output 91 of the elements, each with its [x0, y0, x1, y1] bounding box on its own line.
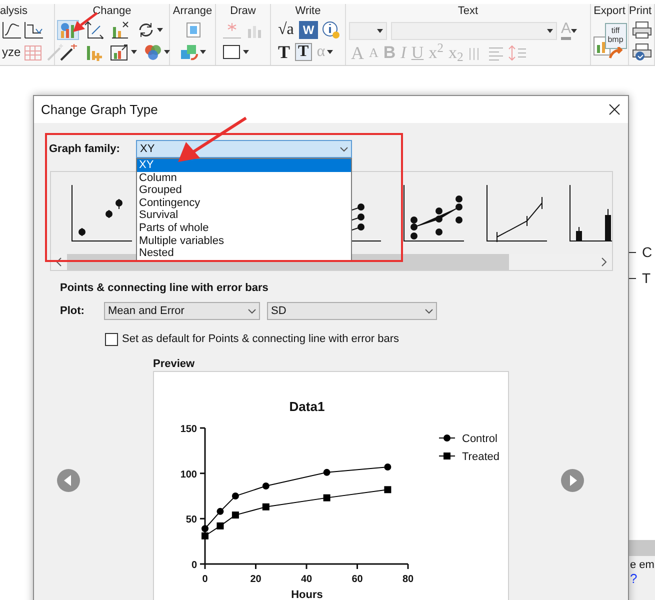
- word-button[interactable]: W: [298, 21, 318, 39]
- x-tick-label: 0: [202, 574, 208, 584]
- analyze-label[interactable]: yze: [2, 43, 21, 61]
- legend-label: Treated: [462, 450, 500, 462]
- dropdown-option[interactable]: Multiple variables: [137, 234, 351, 248]
- text-tool-button[interactable]: √a: [276, 21, 296, 39]
- legend-label: T: [642, 270, 651, 286]
- checkbox-label: Set as default for Points & connecting line with error bars: [122, 332, 399, 347]
- checkbox[interactable]: [105, 332, 118, 346]
- chevron-down-icon: [340, 146, 348, 152]
- dropdown-option[interactable]: Grouped: [137, 184, 351, 197]
- preview-label: Preview: [153, 356, 196, 370]
- x-tick-label: 20: [250, 574, 262, 584]
- chevron-down-icon: [425, 308, 433, 314]
- ribbon-group-label: Write: [295, 4, 321, 19]
- legend-marker: [438, 452, 456, 459]
- data-point: [232, 511, 239, 518]
- magic-wand-icon[interactable]: [44, 43, 65, 61]
- section-title: Points & connecting line with error bars: [60, 281, 270, 296]
- next-icon[interactable]: [561, 468, 584, 492]
- dropdown-option[interactable]: Contingency: [137, 196, 351, 210]
- error-select[interactable]: SD: [267, 302, 437, 320]
- chart-title: Data1: [289, 398, 325, 414]
- text-box-button[interactable]: T: [295, 43, 312, 61]
- resize-chart-icon[interactable]: [110, 43, 130, 61]
- dropdown-option[interactable]: Nested: [137, 247, 351, 260]
- legend-label: C: [642, 244, 652, 260]
- color-circles-icon[interactable]: [143, 43, 163, 61]
- caret-icon: [131, 50, 137, 54]
- ribbon-group-label: Arrange: [172, 4, 212, 19]
- legend-label: Control: [462, 432, 498, 444]
- data-point: [323, 468, 330, 476]
- step-chart-icon[interactable]: [24, 21, 44, 39]
- caret-icon: [571, 28, 578, 32]
- previous-icon[interactable]: [57, 468, 80, 492]
- curve-chart-icon[interactable]: [2, 21, 22, 39]
- x-tick-label: 80: [402, 574, 414, 584]
- dropdown-option[interactable]: Survival: [137, 209, 351, 222]
- dialog-title: Change Graph Type: [41, 100, 158, 119]
- data-point: [232, 492, 239, 499]
- y-tick-label: 100: [180, 468, 197, 480]
- printer-icon[interactable]: [632, 21, 652, 39]
- y-tick-label: 50: [186, 514, 197, 526]
- ribbon-group-label: alysis: [0, 4, 28, 19]
- plot-label: Plot:: [60, 304, 86, 319]
- data-point: [323, 494, 330, 501]
- dropdown-option[interactable]: Column: [137, 172, 351, 184]
- close-icon[interactable]: [609, 104, 620, 115]
- chevron-down-icon: [248, 308, 256, 314]
- caret-icon: [327, 50, 334, 54]
- line-star-icon[interactable]: [222, 21, 242, 39]
- legend-marker: [438, 434, 456, 441]
- graph-family-select[interactable]: XY: [136, 140, 352, 158]
- ribbon-group-label: Draw: [230, 4, 256, 19]
- data-point: [216, 507, 224, 514]
- annotation-arrow: [176, 116, 248, 164]
- x-axis-label: Hours: [291, 588, 323, 600]
- ribbon-group-label: Text: [458, 4, 478, 19]
- data-point: [384, 486, 392, 493]
- data-point: [262, 482, 270, 490]
- window-text: e em: [630, 558, 655, 572]
- caret-icon: [377, 28, 383, 32]
- y-tick-label: 0: [191, 560, 197, 570]
- graph-family-label: Graph family:: [49, 142, 121, 157]
- font-size-field[interactable]: [349, 22, 387, 40]
- data-point: [216, 522, 224, 529]
- y-tick-label: 150: [180, 424, 197, 434]
- data-point: [262, 502, 270, 510]
- axes-icon[interactable]: [84, 21, 104, 39]
- caret-icon: [243, 50, 249, 54]
- layers-icon[interactable]: [179, 43, 199, 61]
- ribbon-group-label: Export: [594, 4, 626, 19]
- x-tick-label: 40: [300, 574, 312, 584]
- info-icon[interactable]: [321, 21, 342, 39]
- dropdown-option[interactable]: XY: [137, 159, 351, 172]
- text-tool-button[interactable]: T: [276, 43, 292, 61]
- bar-chart-icon[interactable]: [110, 21, 130, 39]
- help-link[interactable]: ?: [630, 572, 655, 586]
- data-point: [384, 462, 392, 470]
- magic-wand-icon[interactable]: [58, 43, 78, 61]
- ribbon-group-label: Print: [629, 4, 652, 19]
- rectangle-icon[interactable]: [222, 43, 242, 61]
- ribbon-group-label: Change: [92, 4, 132, 19]
- caret-icon: [200, 50, 206, 54]
- caret-icon: [164, 50, 170, 54]
- caret-icon: [547, 28, 553, 32]
- x-tick-label: 60: [352, 574, 363, 584]
- printer-check-icon[interactable]: [632, 43, 652, 61]
- dropdown-option[interactable]: Parts of whole: [137, 222, 351, 235]
- plot-select[interactable]: Mean and Error: [104, 302, 260, 320]
- caret-icon: [157, 28, 163, 32]
